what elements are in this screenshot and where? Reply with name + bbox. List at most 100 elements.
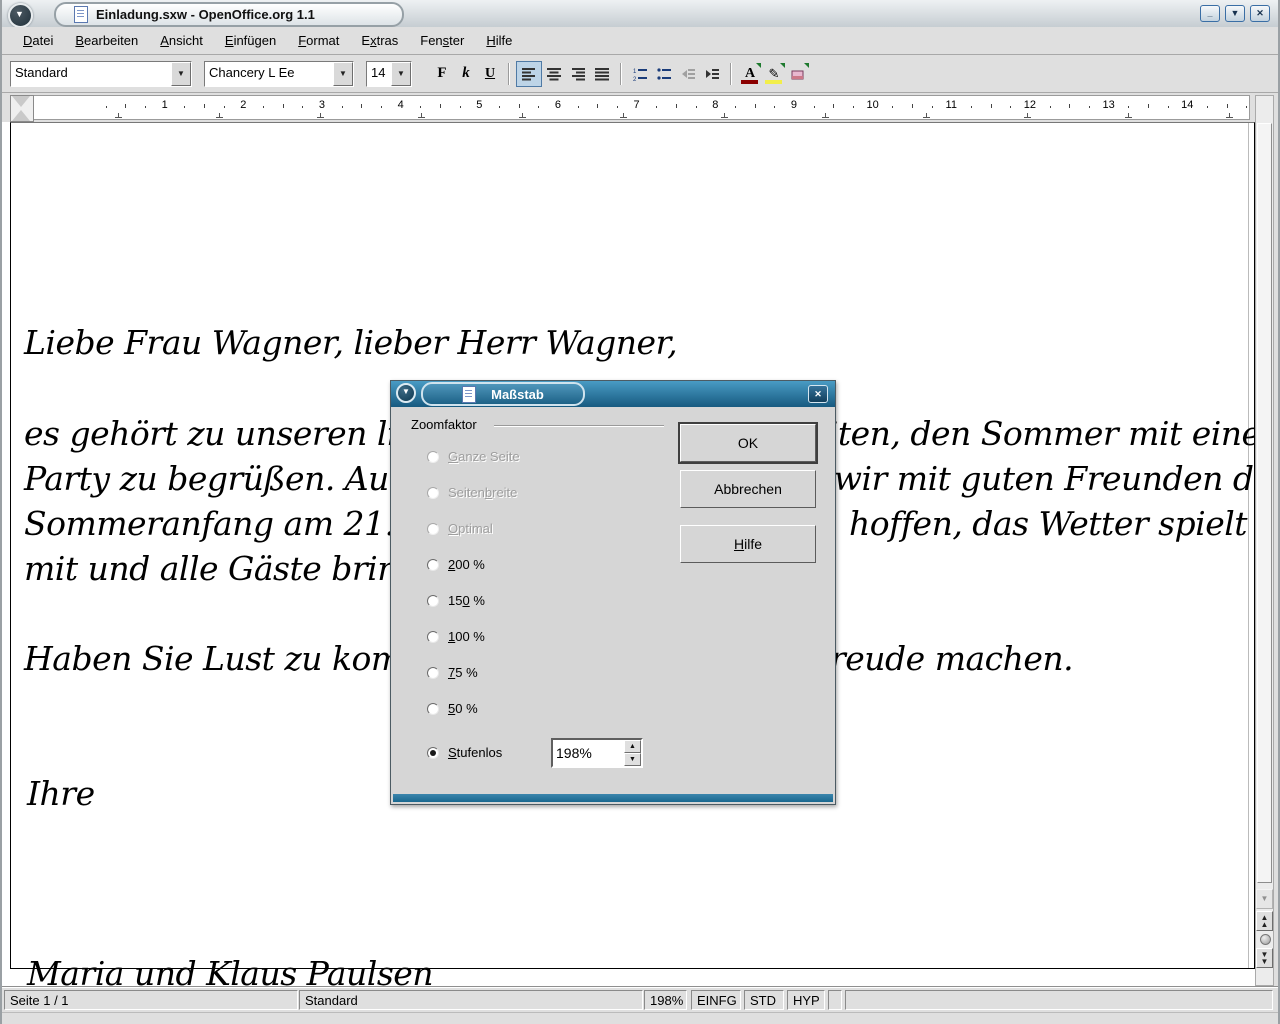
help-button[interactable]: Hilfe (680, 525, 816, 563)
ruler-tick (617, 106, 618, 108)
underline-button[interactable]: U (478, 62, 502, 86)
window-title: Einladung.sxw - OpenOffice.org 1.1 (96, 7, 315, 22)
dialog-resize-bar[interactable] (393, 794, 833, 802)
previous-page-button[interactable]: ▲▲ (1256, 911, 1273, 931)
horizontal-ruler[interactable]: 123456789101112131415 (10, 95, 1250, 120)
ok-button[interactable]: OK (680, 424, 816, 462)
spin-up-button[interactable]: ▲ (624, 740, 641, 753)
ruler-tick (1128, 106, 1129, 108)
ruler-tick (1089, 106, 1090, 108)
paragraph-background-icon (791, 67, 805, 81)
chevron-down-icon[interactable]: ▼ (391, 62, 411, 86)
italic-button[interactable]: k (454, 62, 478, 86)
chevron-down-icon[interactable]: ▼ (333, 62, 353, 86)
scroll-down-button[interactable]: ▼ (1256, 889, 1273, 909)
tab-stop-marker (1125, 113, 1132, 118)
status-insert-mode[interactable]: EINFG (691, 990, 741, 1010)
scrollbar-thumb[interactable] (1257, 123, 1272, 883)
menu-einfuegen[interactable]: Einfügen (214, 29, 287, 52)
radio-circle (427, 451, 439, 463)
numbered-list-button[interactable]: 12 (628, 62, 652, 86)
paragraph-style-combo[interactable]: Standard ▼ (10, 61, 192, 87)
status-style[interactable]: Standard (299, 990, 643, 1010)
next-page-button[interactable]: ▼▼ (1256, 948, 1273, 968)
format-toolbar: Standard ▼ Chancery L Ee ▼ 14 ▼ F k U 12 (2, 55, 1278, 93)
maximize-button[interactable]: ▼ (1225, 5, 1245, 22)
align-center-button[interactable] (542, 62, 566, 86)
radio-circle (427, 703, 439, 715)
ruler-number: 2 (240, 99, 246, 111)
ruler-tick (420, 106, 421, 108)
decrease-indent-button[interactable] (676, 62, 700, 86)
document-icon (74, 6, 88, 23)
bold-button[interactable]: F (430, 62, 454, 86)
increase-indent-button[interactable] (700, 62, 724, 86)
menu-datei[interactable]: Datei (12, 29, 64, 52)
dialog-titlebar[interactable]: ▼ Maßstab ✕ (391, 381, 835, 407)
chevron-down-icon[interactable]: ▼ (171, 62, 191, 86)
radio-50[interactable]: 50 % (427, 701, 478, 716)
menu-hilfe[interactable]: Hilfe (475, 29, 523, 52)
dialog-menu-button[interactable]: ▼ (396, 383, 416, 403)
menu-fenster[interactable]: Fenster (409, 29, 475, 52)
spin-down-button[interactable]: ▼ (624, 753, 641, 766)
bullet-list-button[interactable] (652, 62, 676, 86)
radio-stufenlos[interactable]: Stufenlos (427, 745, 502, 760)
font-color-icon: A (745, 68, 755, 80)
ruler-number: 3 (319, 99, 325, 111)
paragraph-background-button[interactable] (786, 62, 810, 86)
ruler-tick (263, 106, 264, 108)
status-hyperlink-mode[interactable]: HYP (787, 990, 825, 1010)
menu-format[interactable]: Format (287, 29, 350, 52)
ruler-tick (1148, 104, 1149, 108)
align-left-button[interactable] (516, 61, 542, 87)
status-zoom[interactable]: 198% (644, 990, 687, 1010)
font-size-combo[interactable]: 14 ▼ (366, 61, 412, 87)
radio-ganze-seite: Ganze Seite (427, 449, 520, 464)
radio-200[interactable]: 200 % (427, 557, 485, 572)
ruler-tick (145, 106, 146, 108)
cancel-button[interactable]: Abbrechen (680, 470, 816, 508)
tab-stop-marker (721, 113, 728, 118)
toolbar-separator (620, 63, 622, 85)
zoom-value-input[interactable] (553, 740, 624, 766)
menu-extras[interactable]: Extras (350, 29, 409, 52)
font-name-combo[interactable]: Chancery L Ee ▼ (204, 61, 354, 87)
ruler-number: 12 (1024, 99, 1036, 111)
indent-markers-icon[interactable] (10, 95, 34, 122)
ruler-tick (381, 106, 382, 108)
ruler-tick (361, 104, 362, 108)
ruler-tick (342, 106, 343, 108)
ruler-number: 7 (634, 99, 640, 111)
titlebar[interactable]: ▼ Einladung.sxw - OpenOffice.org 1.1 _ ▼… (2, 0, 1278, 28)
status-selection-mode[interactable]: STD (744, 990, 784, 1010)
justify-button[interactable] (590, 62, 614, 86)
radio-75[interactable]: 75 % (427, 665, 478, 680)
close-button[interactable]: ✕ (1250, 5, 1270, 22)
dialog-close-button[interactable]: ✕ (808, 385, 828, 403)
tab-stop-marker (317, 113, 324, 118)
title-capsule: Einladung.sxw - OpenOffice.org 1.1 (54, 2, 404, 27)
ruler-tick (519, 104, 520, 108)
vertical-scrollbar[interactable]: ▼ ▲▲ ▼▼ (1255, 95, 1274, 986)
highlighting-button[interactable]: ✎ (762, 62, 786, 86)
menu-bearbeiten[interactable]: Bearbeiten (64, 29, 149, 52)
ruler-tick (1069, 104, 1070, 108)
dropdown-triangle-icon (780, 63, 785, 68)
navigation-dot-button[interactable] (1260, 934, 1271, 945)
radio-100[interactable]: 100 % (427, 629, 485, 644)
bullet-list-icon (657, 67, 671, 81)
ruler-tick (499, 106, 500, 108)
status-page[interactable]: Seite 1 / 1 (4, 990, 298, 1010)
window-menu-button[interactable]: ▼ (8, 3, 33, 28)
minimize-button[interactable]: _ (1200, 5, 1220, 22)
font-color-button[interactable]: A (738, 62, 762, 86)
ruler-tick (853, 106, 854, 108)
align-right-button[interactable] (566, 62, 590, 86)
ruler-tick (184, 106, 185, 108)
menu-ansicht[interactable]: Ansicht (149, 29, 214, 52)
ruler-tick (735, 106, 736, 108)
tab-stop-marker (418, 113, 425, 118)
radio-150[interactable]: 150 % (427, 593, 485, 608)
ruler-number: 6 (555, 99, 561, 111)
